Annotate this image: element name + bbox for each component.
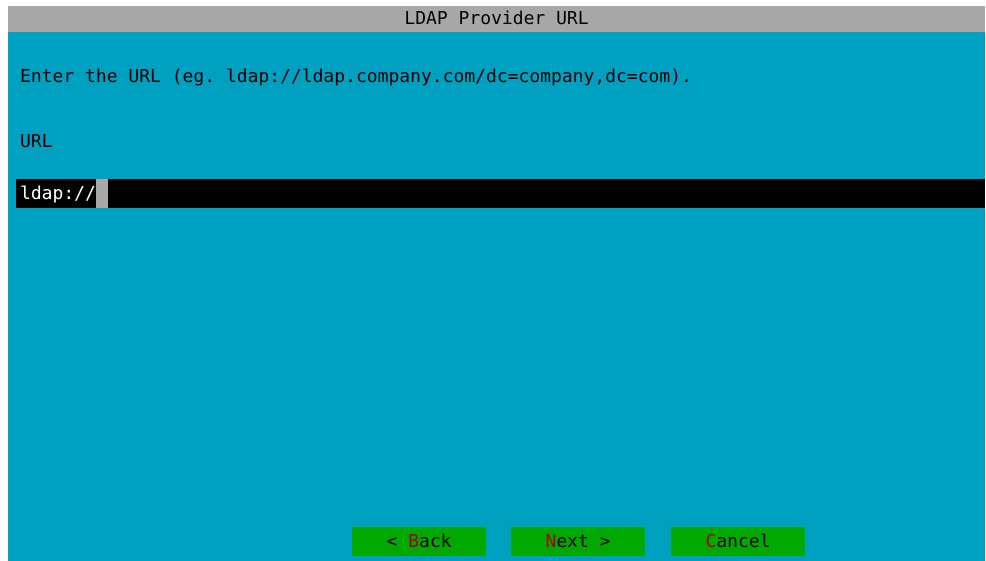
- url-field-label: URL: [20, 131, 53, 152]
- cancel-button-hotkey: C: [705, 531, 717, 552]
- next-button-hotkey: N: [545, 531, 557, 552]
- back-button[interactable]: < Back: [352, 527, 486, 556]
- dialog-title: LDAP Provider URL: [8, 6, 985, 32]
- cancel-button[interactable]: Cancel: [671, 527, 805, 556]
- url-input[interactable]: ldap://: [16, 179, 985, 208]
- next-button[interactable]: Next >: [511, 527, 645, 556]
- url-input-value[interactable]: ldap://: [16, 179, 96, 208]
- back-button-prefix: <: [386, 531, 409, 552]
- dialog-screen: LDAP Provider URL Enter the URL (eg. lda…: [8, 6, 985, 561]
- back-button-suffix: ack: [419, 531, 452, 552]
- back-button-hotkey: B: [408, 531, 419, 552]
- cancel-button-suffix: ancel: [716, 531, 771, 552]
- next-button-suffix: ext >: [556, 531, 611, 552]
- instruction-text: Enter the URL (eg. ldap://ldap.company.c…: [20, 66, 692, 87]
- text-cursor: [95, 179, 108, 208]
